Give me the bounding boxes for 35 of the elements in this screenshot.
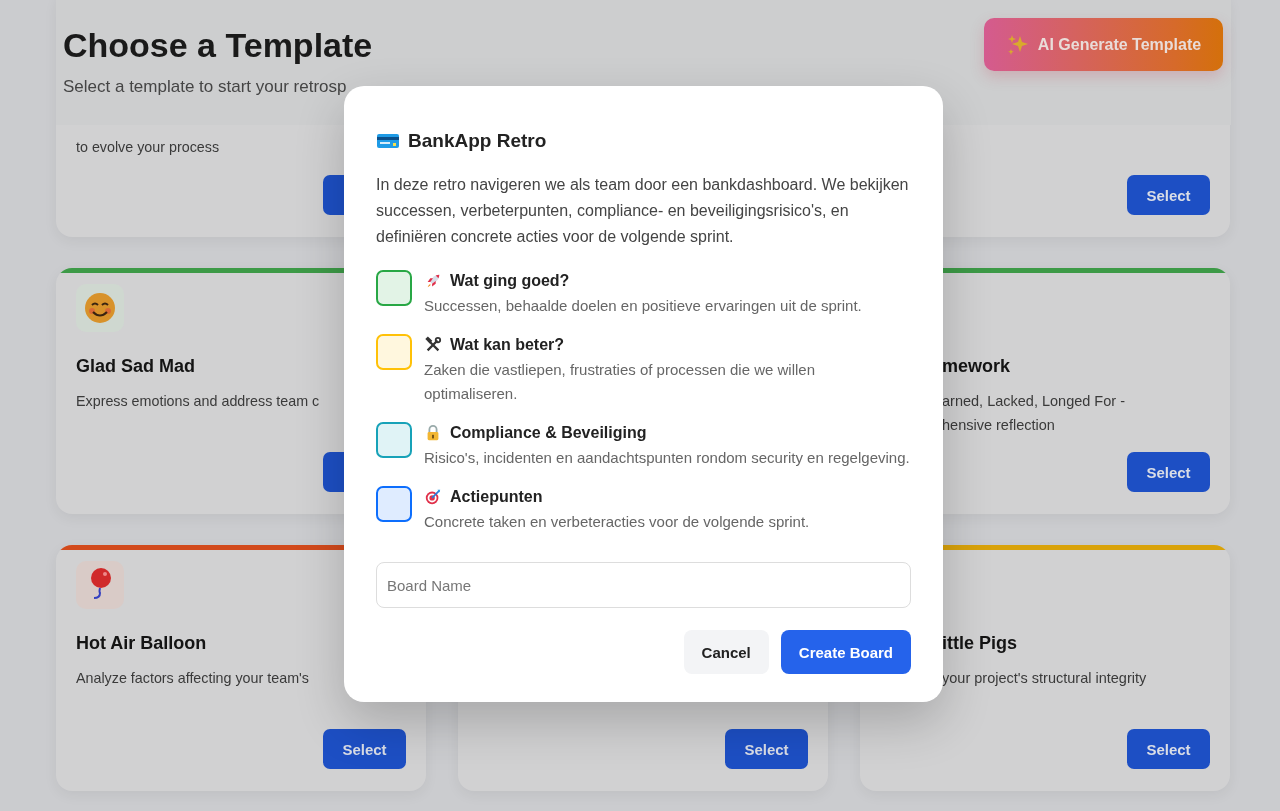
card-title: Glad Sad Mad [76, 356, 197, 377]
column-title: Compliance & Beveiliging [450, 424, 647, 442]
dialog-description: In deze retro navigeren we als team door een bankdashboard. We bekijken successen, verbeterpunten, compliance- en beveiligingsrisico's, en definiëren concrete acties voor de volgende sprint. [376, 175, 910, 247]
create-board-button[interactable]: Create Board [780, 630, 911, 674]
select-button[interactable]: Select [323, 729, 406, 769]
column-description: Concrete taken en verbeteracties voor de volgende sprint. [424, 512, 810, 532]
page-title: Choose a Template [63, 26, 373, 65]
column-description: Successen, behaalde doelen en positieve ervaringen uit de sprint. [424, 296, 862, 316]
dialog-title: BankApp Retro [408, 130, 547, 152]
page-subtitle: Select a template to start your retrosp [63, 77, 348, 97]
card-description: to evolve your process [76, 138, 220, 157]
select-button[interactable]: Select [725, 729, 808, 769]
target-icon [424, 488, 442, 506]
column-description: Risico's, incidenten en aandachtspunten rondom security en regelgeving. [424, 448, 910, 468]
smiley-icon [76, 284, 124, 332]
card-title: Hot Air Balloon [76, 633, 208, 654]
balloon-icon [76, 561, 124, 609]
column-title: Wat ging goed? [450, 272, 570, 290]
card-description: Analyze factors affecting your team's [76, 669, 309, 688]
cancel-button[interactable]: Cancel [683, 630, 769, 674]
card-description: arned, Lacked, Longed For - [941, 392, 1125, 411]
select-button[interactable]: Select [1127, 729, 1210, 769]
column-title: Wat kan beter? [450, 336, 565, 354]
card-description: your project's structural integrity [941, 669, 1147, 688]
hammer-wrench-icon [424, 336, 442, 354]
select-button[interactable]: Select [1127, 452, 1210, 492]
column-title: Actiepunten [450, 488, 543, 506]
board-name-field[interactable]: Board Name [376, 562, 911, 608]
column-description: Zaken die vastliepen, frustraties of processen die we willen optimaliseren. [424, 360, 817, 404]
credit-card-icon [376, 132, 400, 150]
card-description: Express emotions and address team c [76, 392, 320, 411]
ai-generate-button[interactable]: AI Generate Template [984, 18, 1223, 71]
select-button[interactable]: Select [1127, 175, 1210, 215]
card-description: hensive reflection [941, 416, 1055, 435]
card-title: mework [941, 356, 1012, 377]
